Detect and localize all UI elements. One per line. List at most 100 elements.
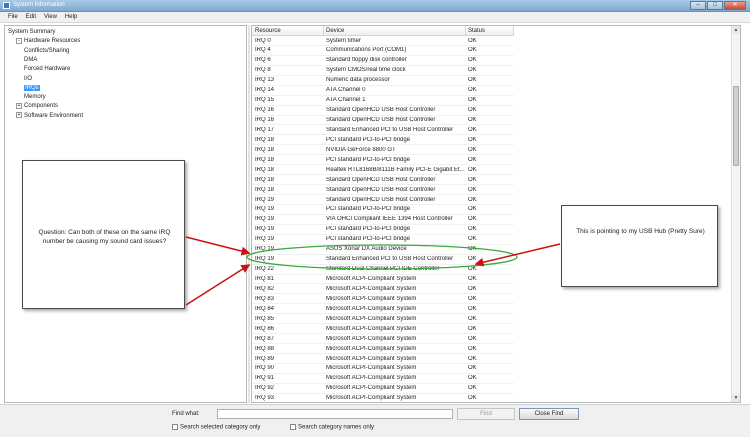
minimize-icon[interactable]: – — [690, 1, 706, 10]
column-header-status[interactable]: Status — [468, 28, 485, 34]
table-row[interactable]: IRQ 18 PCI standard PCI-to-PCI bridge OK — [252, 155, 514, 166]
table-row[interactable]: IRQ 89 Microsoft ACPI-Compliant System OK — [252, 354, 514, 364]
cell-device: Standard floppy disk controller — [326, 57, 407, 64]
table-row[interactable]: IRQ 16 Standard OpenHCD USB Host Controll… — [252, 106, 514, 116]
collapse-icon[interactable]: - — [16, 37, 22, 44]
app-icon — [3, 2, 10, 9]
close-icon[interactable]: ✕ — [724, 1, 746, 10]
search-category-names-checkbox[interactable]: Search category names only — [290, 424, 374, 431]
scroll-thumb[interactable] — [733, 86, 739, 166]
table-row[interactable]: IRQ 19 PCI standard PCI-to-PCI bridge OK — [252, 225, 514, 235]
checkbox-icon[interactable] — [290, 424, 296, 430]
cell-status: OK — [468, 196, 477, 203]
table-row[interactable]: IRQ 81 Microsoft ACPI-Compliant System OK — [252, 275, 514, 285]
cell-device: Standard OpenHCD USB Host Controller — [326, 107, 436, 114]
table-row[interactable]: IRQ 4 Communications Port (COM1) OK — [252, 46, 514, 56]
menu-edit[interactable]: Edit — [22, 12, 40, 22]
table-row[interactable]: IRQ 17 Standard Enhanced PCI to USB Host … — [252, 125, 514, 136]
table-row[interactable]: IRQ 0 System timer OK — [252, 36, 514, 46]
table-row[interactable]: IRQ 19 PCI standard PCI-to-PCI bridge OK — [252, 205, 514, 215]
search-selected-category-checkbox[interactable]: Search selected category only — [172, 424, 260, 431]
column-header-device[interactable]: Device — [326, 28, 344, 34]
table-row[interactable]: IRQ 18 NVIDIA GeForce 8800 GT OK — [252, 145, 514, 156]
find-button[interactable]: Find — [457, 408, 515, 420]
window-controls: – □ ✕ — [690, 1, 746, 10]
table-row[interactable]: IRQ 87 Microsoft ACPI-Compliant System OK — [252, 334, 514, 345]
table-row[interactable]: IRQ 18 Standard OpenHCD USB Host Controll… — [252, 185, 514, 195]
table-row[interactable]: IRQ 14 ATA Channel 0 OK — [252, 86, 514, 96]
tree-item[interactable]: DMA — [24, 56, 37, 64]
maximize-icon[interactable]: □ — [707, 1, 723, 10]
checkbox-icon[interactable] — [172, 424, 178, 430]
expand-icon[interactable]: + — [16, 102, 22, 109]
menu-help[interactable]: Help — [61, 12, 81, 22]
cell-device: ATA Channel 1 — [326, 97, 366, 104]
question-text: Question: Can both of these on the same … — [38, 229, 171, 245]
close-find-button[interactable]: Close Find — [519, 408, 579, 420]
column-header-resource[interactable]: Resource — [255, 28, 281, 34]
tree-item[interactable]: + Software Environment — [16, 112, 83, 120]
expand-icon[interactable]: + — [16, 112, 22, 119]
menu-view[interactable]: View — [40, 12, 61, 22]
window-title: System Information — [13, 2, 65, 8]
table-row[interactable]: IRQ 85 Microsoft ACPI-Compliant System OK — [252, 314, 514, 325]
cell-resource: IRQ 85 — [255, 315, 275, 322]
cell-status: OK — [468, 107, 477, 114]
table-row[interactable]: IRQ 83 Microsoft ACPI-Compliant System OK — [252, 294, 514, 305]
tree-item-label: IRQs — [24, 84, 40, 91]
table-row[interactable]: IRQ 92 Microsoft ACPI-Compliant System OK — [252, 384, 514, 394]
table-row[interactable]: IRQ 19 Standard OpenHCD USB Host Controll… — [252, 195, 514, 205]
table-row[interactable]: IRQ 93 Microsoft ACPI-Compliant System OK — [252, 394, 514, 402]
table-row[interactable]: IRQ 19 VIA OHCI Compliant IEEE 1394 Host … — [252, 215, 514, 225]
tree-item[interactable]: - Hardware Resources — [16, 37, 80, 45]
cell-status: OK — [468, 57, 477, 64]
table-row[interactable]: IRQ 19 PCI standard PCI-to-PCI bridge OK — [252, 235, 514, 245]
table-row[interactable]: IRQ 91 Microsoft ACPI-Compliant System OK — [252, 374, 514, 384]
cell-resource: IRQ 17 — [255, 126, 275, 133]
cell-status: OK — [468, 156, 477, 163]
cell-device: Microsoft ACPI-Compliant System — [326, 315, 417, 322]
tree-item[interactable]: Forced Hardware — [24, 65, 70, 73]
cell-resource: IRQ 89 — [255, 355, 275, 362]
table-row[interactable]: IRQ 8 System CMOS/real time clock OK — [252, 66, 514, 76]
table-row[interactable]: IRQ 18 Standard OpenHCD USB Host Controll… — [252, 175, 514, 186]
menu-file[interactable]: File — [4, 12, 22, 22]
table-row[interactable]: IRQ 88 Microsoft ACPI-Compliant System OK — [252, 344, 514, 354]
table-row[interactable]: IRQ 6 Standard floppy disk controller OK — [252, 56, 514, 66]
table-row[interactable]: IRQ 13 Numeric data processor OK — [252, 76, 514, 86]
table-row[interactable]: IRQ 86 Microsoft ACPI-Compliant System OK — [252, 324, 514, 335]
table-row[interactable]: IRQ 18 PCI standard PCI-to-PCI bridge OK — [252, 135, 514, 146]
table-row[interactable]: IRQ 82 Microsoft ACPI-Compliant System OK — [252, 284, 514, 295]
table-row[interactable]: IRQ 18 Realtek RTL8168B/8111B Family PCI-… — [252, 165, 514, 176]
cell-device: Microsoft ACPI-Compliant System — [326, 285, 417, 292]
scroll-up-icon[interactable]: ▲ — [732, 26, 740, 34]
cell-device: PCI standard PCI-to-PCI bridge — [326, 136, 411, 143]
vertical-scrollbar[interactable]: ▲ ▼ — [731, 26, 740, 402]
tree-item[interactable]: Memory — [24, 93, 46, 101]
cell-status: OK — [468, 266, 477, 273]
tree-item[interactable]: + Components — [16, 102, 58, 110]
tree-item[interactable]: System Summary — [8, 28, 55, 36]
table-row[interactable]: IRQ 19 Standard Enhanced PCI to USB Host … — [252, 255, 514, 265]
table-row[interactable]: IRQ 15 ATA Channel 1 OK — [252, 96, 514, 106]
cell-status: OK — [468, 345, 477, 352]
table-row[interactable]: IRQ 16 Standard OpenHCD USB Host Controll… — [252, 116, 514, 126]
tree-item[interactable]: Conflicts/Sharing — [24, 47, 69, 55]
table-row[interactable]: IRQ 84 Microsoft ACPI-Compliant System OK — [252, 304, 514, 315]
cell-status: OK — [468, 295, 477, 302]
pane-splitter[interactable] — [248, 25, 250, 403]
cell-status: OK — [468, 365, 477, 372]
tree-item[interactable]: I/O — [24, 75, 32, 83]
table-row[interactable]: IRQ 90 Microsoft ACPI-Compliant System OK — [252, 364, 514, 374]
cell-device: NVIDIA GeForce 8800 GT — [326, 146, 396, 153]
tree-item-label: Forced Hardware — [24, 66, 71, 73]
table-row[interactable]: IRQ 19 ASUS Xonar DX Audio Device OK — [252, 245, 514, 255]
table-row[interactable]: IRQ 22 Standard Dual Channel PCI IDE Cont… — [252, 265, 514, 275]
tree-item[interactable]: IRQs — [24, 84, 40, 92]
cell-resource: IRQ 6 — [255, 57, 271, 64]
tree-item-label: Memory — [24, 94, 46, 101]
cell-device: Standard Enhanced PCI to USB Host Contro… — [326, 126, 454, 133]
find-input[interactable] — [217, 409, 453, 419]
cell-device: ATA Channel 0 — [326, 87, 366, 94]
scroll-down-icon[interactable]: ▼ — [732, 394, 740, 402]
